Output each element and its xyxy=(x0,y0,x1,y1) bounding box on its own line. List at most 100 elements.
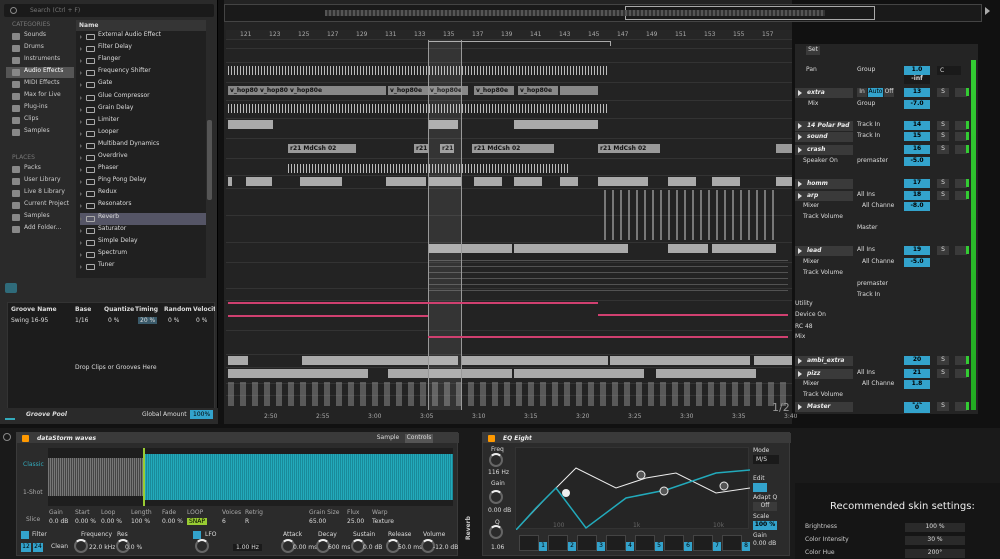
master-label[interactable]: Master xyxy=(857,224,878,231)
eq-scale-value[interactable]: 100 % xyxy=(753,521,777,530)
device-toggle-icon[interactable] xyxy=(3,433,11,441)
eq-band-6-toggle[interactable]: 6 xyxy=(684,542,692,551)
monitor-auto-button[interactable]: Auto xyxy=(868,88,883,97)
audio-clip[interactable] xyxy=(776,144,792,153)
browser-item[interactable]: Ping Pong Delay xyxy=(80,176,206,188)
midi-clip[interactable] xyxy=(246,177,272,186)
place-samples[interactable]: Samples xyxy=(6,212,74,223)
audio-clip[interactable]: v_hop80e xyxy=(288,86,386,95)
solo-button[interactable]: S xyxy=(937,88,949,97)
track-header-master[interactable]: Master xyxy=(795,402,853,412)
midi-clip[interactable] xyxy=(302,356,428,365)
all-ins-label[interactable]: All Ins xyxy=(857,246,875,253)
volume-value[interactable]: -5.0 xyxy=(904,157,930,166)
track-in-label[interactable]: Track In xyxy=(857,291,880,298)
midi-clip[interactable] xyxy=(754,356,792,365)
filter-12-button[interactable]: 12 xyxy=(21,543,31,552)
eq-freq-value[interactable]: 116 Hz xyxy=(488,469,509,476)
expand-icon[interactable] xyxy=(80,263,82,270)
sampler-param-value[interactable]: 0.0 dB xyxy=(49,518,68,525)
browser-item[interactable]: Resonators xyxy=(80,200,206,212)
premaster-label[interactable]: premaster xyxy=(857,280,888,287)
browser-item[interactable]: Frequency Shifter xyxy=(80,67,206,79)
midi-clip[interactable] xyxy=(462,356,608,365)
collapse-icon[interactable] xyxy=(798,193,802,199)
sampler-param-value[interactable]: 100 % xyxy=(131,518,150,525)
time-selection[interactable] xyxy=(428,40,462,410)
collapse-icon[interactable] xyxy=(798,134,802,140)
collapse-icon[interactable] xyxy=(798,90,802,96)
track-header-sound[interactable]: sound xyxy=(795,132,853,142)
utility-label[interactable]: Utility xyxy=(795,300,813,307)
track-header-lead[interactable]: lead xyxy=(795,246,853,256)
eq-freq-knob[interactable] xyxy=(489,453,503,467)
midi-clip[interactable] xyxy=(514,369,644,378)
eq-band-filter-type-icon[interactable] xyxy=(693,535,713,551)
env-value[interactable]: 0.0 dB xyxy=(363,544,382,551)
lfo-rate[interactable]: 1.00 Hz xyxy=(233,544,262,551)
env-value[interactable]: 0.00 ms xyxy=(293,544,317,551)
expand-icon[interactable] xyxy=(80,106,82,113)
env-value[interactable]: 50.0 ms xyxy=(398,544,422,551)
loop-start-marker[interactable] xyxy=(143,448,145,506)
solo-button[interactable]: S xyxy=(937,246,949,255)
mode-slice[interactable]: Slice xyxy=(26,516,40,523)
audio-clip[interactable] xyxy=(560,86,598,95)
groove-row-name[interactable]: Swing 16-95 xyxy=(11,317,48,324)
eq-band-filter-type-icon[interactable] xyxy=(664,535,684,551)
solo-button[interactable]: S xyxy=(937,191,949,200)
filter-24-button[interactable]: 24 xyxy=(33,543,43,552)
browser-scrollbar[interactable] xyxy=(207,120,212,200)
eq-band-5-toggle[interactable]: 5 xyxy=(655,542,663,551)
monitor-in-button[interactable]: In xyxy=(857,88,867,97)
expand-icon[interactable] xyxy=(80,155,82,161)
eq-band-filter-type-icon[interactable] xyxy=(519,535,539,551)
track-header-arp[interactable]: arp xyxy=(795,191,853,201)
track-number[interactable]: 15 xyxy=(904,132,930,141)
tab-controls[interactable]: Controls xyxy=(405,434,433,443)
mixer-label[interactable]: Mixer xyxy=(803,380,819,387)
track-in-label[interactable]: Track In xyxy=(857,132,880,139)
track-volume-label[interactable]: Track Volume xyxy=(803,391,843,398)
all-channels-label[interactable]: All Channe xyxy=(862,258,894,265)
mixer-label[interactable]: Mixer xyxy=(803,258,819,265)
midi-clip[interactable] xyxy=(598,177,648,186)
sampler-param-value[interactable]: 0.00 % xyxy=(75,518,96,525)
midi-clip[interactable] xyxy=(514,244,598,253)
arrangement-overview[interactable] xyxy=(224,4,982,22)
collapse-icon[interactable] xyxy=(798,248,802,254)
solo-button[interactable]: S xyxy=(937,179,949,188)
volume-value[interactable]: -7.0 xyxy=(904,100,930,109)
solo-button[interactable]: S xyxy=(937,145,949,154)
eq-band-7-toggle[interactable]: 7 xyxy=(713,542,721,551)
all-channels-label[interactable]: All Channe xyxy=(862,202,894,209)
eq-band-3-toggle[interactable]: 3 xyxy=(597,542,605,551)
eq-adapt-toggle[interactable]: Off xyxy=(753,502,777,511)
audio-clip[interactable]: r21 xyxy=(414,144,428,153)
midi-clip[interactable] xyxy=(668,177,696,186)
place-add-folder-[interactable]: Add Folder... xyxy=(6,224,74,235)
midi-clip[interactable] xyxy=(514,177,542,186)
all-ins-label[interactable]: All Ins xyxy=(857,369,875,376)
preview-button[interactable] xyxy=(5,283,17,293)
browser-item[interactable]: Tuner xyxy=(80,261,206,273)
eq-band-filter-type-icon[interactable] xyxy=(606,535,626,551)
mode-classic[interactable]: Classic xyxy=(23,461,44,468)
all-ins-label[interactable]: All Ins xyxy=(857,191,875,198)
midi-clip[interactable] xyxy=(776,177,792,186)
pan-value[interactable]: C xyxy=(937,66,961,75)
overview-expand-icon[interactable] xyxy=(985,7,990,15)
browser-item[interactable]: Reverb xyxy=(80,212,206,225)
track-number[interactable]: 19 xyxy=(904,246,930,255)
midi-clip[interactable] xyxy=(598,244,628,253)
sampler-param-value[interactable]: 0.00 % xyxy=(162,518,183,525)
collapse-icon[interactable] xyxy=(798,358,802,364)
eq-graph[interactable] xyxy=(515,447,751,531)
frequency-value[interactable]: 22.0 kHz xyxy=(89,544,115,551)
sampler-param-value[interactable]: 25.00 xyxy=(347,518,364,525)
frequency-knob[interactable] xyxy=(74,539,88,553)
track-number[interactable]: 20 xyxy=(904,356,930,365)
track-volume-label[interactable]: Track Volume xyxy=(803,213,843,220)
groove-row-quantize[interactable]: 0 % xyxy=(108,317,119,324)
track-header-14-polar-pad[interactable]: 14 Polar Pad xyxy=(795,121,853,131)
